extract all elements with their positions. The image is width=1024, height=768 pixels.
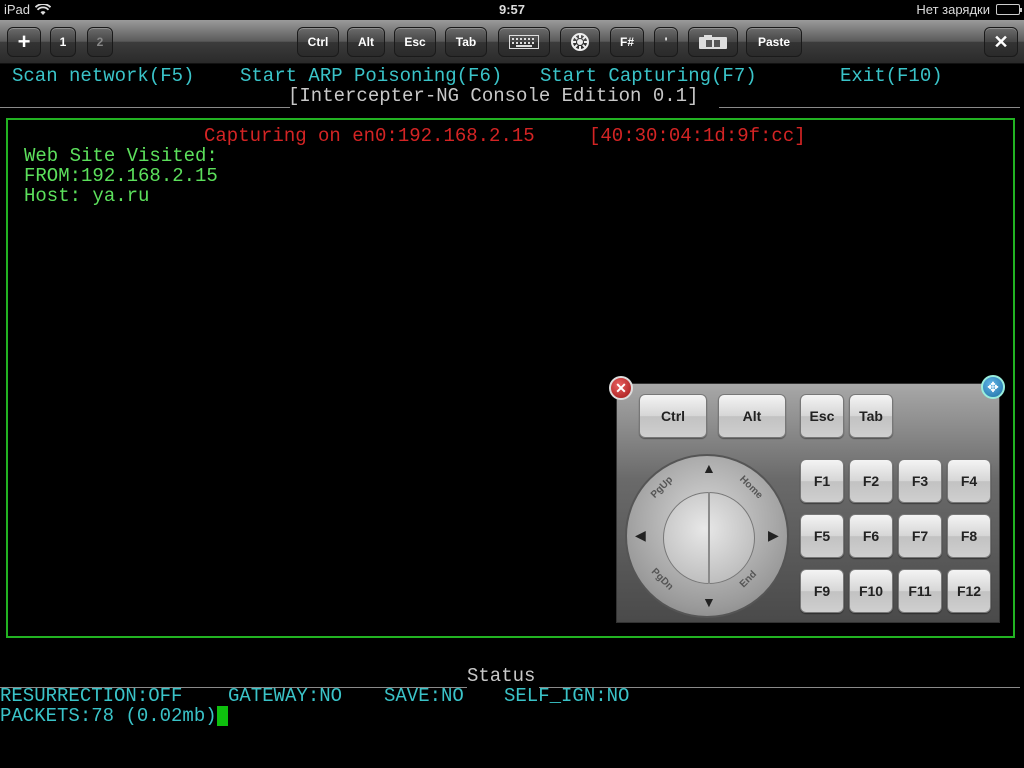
terminal-cursor xyxy=(216,706,228,726)
quote-key-button[interactable]: ' xyxy=(654,27,678,57)
keypad-f10[interactable]: F10 xyxy=(849,569,893,613)
dpad-end[interactable]: End xyxy=(738,569,759,590)
session-tab-2[interactable]: 2 xyxy=(87,27,113,57)
menu-arp-label: Start ARP Poisoning xyxy=(240,65,457,87)
capture-line-1: Web Site Visited: xyxy=(24,145,218,167)
function-keys-button[interactable]: F# xyxy=(610,27,644,57)
keypad-move-icon[interactable]: ✥ xyxy=(981,375,1005,399)
status-save: SAVE:NO xyxy=(384,685,464,707)
keypad-f6[interactable]: F6 xyxy=(849,514,893,558)
dpad-divider xyxy=(708,492,710,584)
menu-capture-label: Start Capturing xyxy=(540,65,712,87)
camera-button[interactable] xyxy=(688,27,738,57)
keypad-tab-button[interactable]: Tab xyxy=(849,394,893,438)
esc-key-button[interactable]: Esc xyxy=(394,27,436,57)
floating-keypad: Ctrl Alt Esc Tab ▲ ▼ ◀ ▶ PgUp Home PgDn … xyxy=(616,383,1000,623)
title-right-rule xyxy=(719,107,1020,108)
keypad-f9[interactable]: F9 xyxy=(800,569,844,613)
alt-key-button[interactable]: Alt xyxy=(347,27,385,57)
menu-scan-key: (F5) xyxy=(148,65,195,87)
keyboard-icon xyxy=(509,35,539,49)
keypad-f4[interactable]: F4 xyxy=(947,459,991,503)
menu-scan-network[interactable]: Scan network(F5) xyxy=(12,66,194,86)
capture-status: Capturing on en0:192.168.2.15 xyxy=(204,125,535,147)
direction-pad[interactable]: ▲ ▼ ◀ ▶ PgUp Home PgDn End xyxy=(625,454,789,618)
session-tab-1[interactable]: 1 xyxy=(50,27,76,57)
status-title: Status xyxy=(467,665,536,687)
menu-start-capturing[interactable]: Start Capturing(F7) xyxy=(540,66,757,86)
arrow-down-icon[interactable]: ▼ xyxy=(702,594,716,610)
status-gateway: GATEWAY:NO xyxy=(228,685,343,707)
keypad-f11[interactable]: F11 xyxy=(898,569,942,613)
menu-capture-key: (F7) xyxy=(711,65,757,87)
keypad-f2[interactable]: F2 xyxy=(849,459,893,503)
menu-scan-label: Scan network xyxy=(12,65,149,87)
keypad-f12[interactable]: F12 xyxy=(947,569,991,613)
keypad-esc-button[interactable]: Esc xyxy=(800,394,844,438)
paste-button[interactable]: Paste xyxy=(746,27,802,57)
capture-line-2: FROM:192.168.2.15 xyxy=(24,165,218,187)
keypad-f1[interactable]: F1 xyxy=(800,459,844,503)
clock: 9:57 xyxy=(498,2,526,17)
battery-icon xyxy=(996,4,1022,15)
arrow-up-icon[interactable]: ▲ xyxy=(702,460,716,476)
keypad-f7[interactable]: F7 xyxy=(898,514,942,558)
settings-button[interactable] xyxy=(560,27,600,57)
ctrl-key-button[interactable]: Ctrl xyxy=(297,27,339,57)
menu-arp-key: (F6) xyxy=(456,65,503,87)
terminal-toolbar: + 1 2 Ctrl Alt Esc Tab F# ' Paste ✕ xyxy=(0,20,1024,64)
menu-exit[interactable]: Exit(F10) xyxy=(840,66,943,86)
arrow-left-icon[interactable]: ◀ xyxy=(635,527,646,544)
dpad-home[interactable]: Home xyxy=(737,474,764,501)
keypad-close-icon[interactable]: ✕ xyxy=(609,376,633,400)
keypad-f8[interactable]: F8 xyxy=(947,514,991,558)
status-self-ign: SELF_IGN:NO xyxy=(504,685,630,707)
capture-line-3: Host: ya.ru xyxy=(24,185,150,207)
keypad-ctrl-button[interactable]: Ctrl xyxy=(639,394,707,438)
close-session-button[interactable]: ✕ xyxy=(984,27,1018,57)
title-left-rule xyxy=(0,107,290,108)
dpad-pgdn[interactable]: PgDn xyxy=(649,566,675,592)
keypad-f3[interactable]: F3 xyxy=(898,459,942,503)
keyboard-toggle-button[interactable] xyxy=(498,27,550,57)
ios-status-bar: iPad 9:57 Нет зарядки xyxy=(0,0,1024,20)
camera-icon xyxy=(699,35,727,49)
arrow-right-icon[interactable]: ▶ xyxy=(768,527,779,544)
menu-arp-poisoning[interactable]: Start ARP Poisoning(F6) xyxy=(240,66,502,86)
keypad-f5[interactable]: F5 xyxy=(800,514,844,558)
menu-exit-label: Exit xyxy=(840,65,886,87)
dpad-pgup[interactable]: PgUp xyxy=(649,474,675,500)
status-packets-line: PACKETS:78 (0.02mb) xyxy=(0,706,228,726)
console-title: [Intercepter-NG Console Edition 0.1] xyxy=(288,85,699,107)
tab-key-button[interactable]: Tab xyxy=(445,27,487,57)
status-packets: PACKETS:78 (0.02mb) xyxy=(0,705,217,727)
new-session-button[interactable]: + xyxy=(7,27,41,57)
status-resurrection: RESURRECTION:OFF xyxy=(0,685,183,707)
menu-exit-key: (F10) xyxy=(885,65,943,87)
capture-mac-address: [40:30:04:1d:9f:cc] xyxy=(589,125,806,147)
battery-status-text: Нет зарядки xyxy=(916,2,990,17)
keypad-alt-button[interactable]: Alt xyxy=(718,394,786,438)
settings-icon xyxy=(571,33,589,51)
